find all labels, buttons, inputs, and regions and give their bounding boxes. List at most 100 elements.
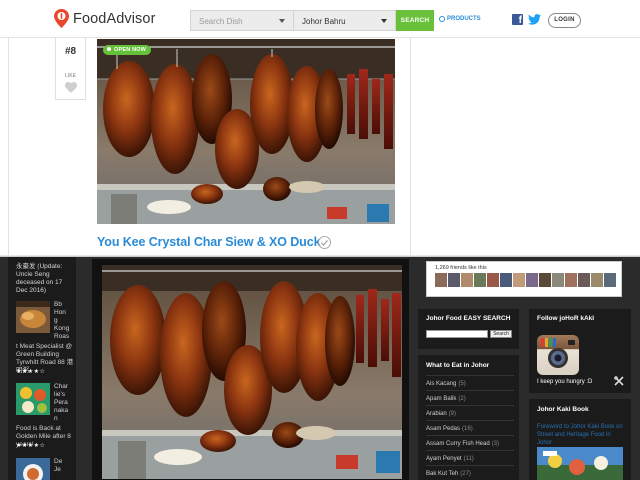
rank-number: #8 — [64, 46, 77, 57]
post-title-side: De Je — [54, 458, 62, 474]
book-image[interactable] — [537, 447, 623, 480]
listing-title[interactable]: You Kee Crystal Char Siew & XO Duck — [97, 235, 321, 249]
friends-count: 1,269 friends like this — [435, 265, 487, 271]
status-badge-label: OPEN NOW — [114, 47, 147, 53]
category-item[interactable]: Asam Pedas (16) — [426, 420, 514, 435]
instagram-icon[interactable] — [537, 335, 579, 375]
search-button[interactable]: SEARCH — [396, 10, 434, 31]
content-divider — [410, 38, 411, 255]
category-name: Arabian — [426, 411, 447, 417]
listing-photo[interactable] — [97, 39, 395, 224]
widget-title: Johor Food EASY SEARCH — [426, 315, 511, 322]
search-icon — [439, 16, 445, 22]
category-name: Ayam Penyet — [426, 456, 462, 462]
avatar[interactable] — [578, 273, 590, 287]
post-title-line: Hon — [54, 309, 66, 316]
avatar[interactable] — [539, 273, 551, 287]
category-count: (3) — [491, 441, 500, 447]
twitter-icon[interactable] — [528, 14, 541, 25]
status-dot-icon — [107, 47, 111, 51]
avatar[interactable] — [526, 273, 538, 287]
avatar[interactable] — [565, 273, 577, 287]
post-title-line: g — [54, 317, 58, 324]
easy-search-input[interactable] — [426, 330, 488, 338]
top-navbar: FoodAdvisor Search Dish Johor Bahru SEAR… — [0, 0, 640, 38]
rank-card: #8 LIKE — [55, 38, 86, 100]
facebook-icon[interactable]: f — [512, 14, 523, 25]
facebook-like-box: 1,269 friends like this — [426, 261, 622, 297]
post-title-line: Bb — [54, 301, 62, 308]
category-name: Bak Kut Teh — [426, 471, 459, 477]
chevron-down-icon — [279, 19, 285, 23]
avatar[interactable] — [474, 273, 486, 287]
post-title-line: Pera — [54, 399, 68, 406]
post-title-line: Char — [54, 383, 69, 390]
post-title-side: Char lie's Pera naka n — [54, 383, 68, 423]
star-rating: ★★★★☆ — [16, 369, 46, 375]
post-title-side: Bb Hon g Kong Roas — [54, 301, 69, 341]
post-title-line: Roas — [54, 333, 70, 340]
verified-badge-icon — [318, 236, 331, 249]
category-count: (2) — [458, 396, 466, 402]
search-dish-placeholder: Search Dish — [199, 17, 243, 26]
products-link[interactable]: PRODUCTS — [439, 16, 481, 22]
location-select[interactable]: Johor Bahru — [294, 10, 396, 31]
book-link[interactable]: Foreword to Johor Kaki Book on Street an… — [537, 423, 627, 447]
avatar[interactable] — [435, 273, 447, 287]
heart-icon[interactable] — [65, 82, 77, 93]
avatar[interactable] — [591, 273, 603, 287]
category-count: (5) — [458, 381, 466, 387]
blog-page: 永豪发 (Update: Uncle Seng deceased on 17 D… — [0, 256, 640, 480]
category-name: Ais Kacang — [426, 381, 457, 387]
category-item[interactable]: Assam Curry Fish Head (3) — [426, 435, 514, 450]
category-item[interactable]: Bak Kut Teh (27) — [426, 465, 514, 480]
status-badge: OPEN NOW — [103, 45, 152, 55]
post-title-line: Kong — [54, 325, 70, 332]
wrench-icon[interactable] — [614, 376, 624, 386]
avatar[interactable] — [461, 273, 473, 287]
post-thumbnail[interactable] — [16, 383, 50, 415]
post-thumbnail[interactable] — [16, 301, 50, 333]
category-name: Assam Curry Fish Head — [426, 441, 490, 447]
login-button[interactable]: LOGIN — [548, 13, 581, 28]
category-name: Apam Balik — [426, 396, 457, 402]
avatar[interactable] — [552, 273, 564, 287]
easy-search-button[interactable]: Search — [490, 330, 512, 338]
post-title-line: n — [54, 415, 58, 422]
post-title-line: De — [54, 458, 63, 465]
category-count: (11) — [463, 456, 474, 462]
left-sidebar: 永豪发 (Update: Uncle Seng deceased on 17 D… — [8, 257, 76, 480]
search-dish-input[interactable]: Search Dish — [190, 10, 294, 31]
category-count: (9) — [448, 411, 457, 417]
post-title-line: Je — [54, 466, 61, 473]
like-label: LIKE — [65, 73, 76, 79]
logo-text: FoodAdvisor — [73, 10, 156, 27]
logo-pin-icon — [54, 9, 69, 28]
category-count: (27) — [460, 471, 471, 477]
post-title-line: naka — [54, 407, 69, 414]
category-name: Asam Pedas — [426, 426, 461, 432]
post-image[interactable] — [102, 265, 402, 479]
category-item[interactable]: Ais Kacang (5) — [426, 375, 514, 390]
category-item[interactable]: Ayam Penyet (11) — [426, 450, 514, 465]
news-snippet[interactable]: 永豪发 (Update: Uncle Seng deceased on 17 D… — [16, 263, 72, 295]
content-divider — [8, 38, 9, 255]
category-count: (16) — [462, 426, 473, 432]
logo[interactable]: FoodAdvisor — [54, 9, 156, 28]
foodadvisor-page: FoodAdvisor Search Dish Johor Bahru SEAR… — [0, 0, 640, 255]
avatar[interactable] — [513, 273, 525, 287]
category-item[interactable]: Arabian (9) — [426, 405, 514, 420]
category-item[interactable]: Apam Balik (2) — [426, 390, 514, 405]
widget-title: What to Eat in Johor — [426, 362, 490, 369]
products-label: PRODUCTS — [447, 16, 481, 22]
widget-title: Johor Kaki Book — [537, 406, 589, 413]
chevron-down-icon — [381, 19, 387, 23]
follow-tagline: I keep you hungry :D — [537, 379, 593, 385]
location-value: Johor Bahru — [302, 17, 346, 26]
avatar[interactable] — [487, 273, 499, 287]
avatar[interactable] — [448, 273, 460, 287]
avatar[interactable] — [500, 273, 512, 287]
avatar[interactable] — [604, 273, 616, 287]
widget-title: Follow joHoR kAkI — [537, 315, 595, 322]
post-thumbnail[interactable] — [16, 458, 50, 480]
